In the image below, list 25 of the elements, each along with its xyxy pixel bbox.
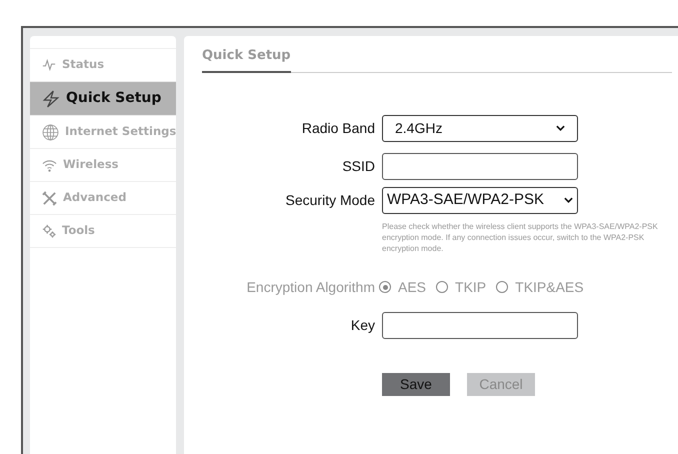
panel-title: Quick Setup bbox=[202, 46, 291, 72]
field-label: Security Mode bbox=[284, 190, 375, 210]
sidebar-item[interactable]: Internet Settings bbox=[30, 116, 176, 149]
pulse-icon bbox=[42, 58, 56, 72]
globe-icon bbox=[42, 124, 59, 140]
radio-band-select[interactable]: 2.4GHz bbox=[382, 114, 578, 142]
field-label: Radio Band bbox=[300, 118, 375, 138]
security-mode-select[interactable]: WPA3-SAE/WPA2-PSK bbox=[382, 186, 578, 214]
save-button[interactable]: Save bbox=[382, 372, 450, 396]
hint-text: Please check whether the wireless client supports the WPA3-SAE/WPA2-PSK encryption mode. If any connection issues occur, switch to the WPA2-PSK encryption mode. bbox=[382, 220, 659, 254]
ssid-field[interactable] bbox=[382, 152, 578, 180]
chevron-icon bbox=[564, 196, 573, 204]
sidebar-item[interactable]: Advanced bbox=[30, 182, 176, 215]
tools-icon bbox=[42, 190, 57, 206]
chevron-icon bbox=[556, 124, 565, 132]
wifi-icon bbox=[42, 158, 57, 172]
sidebar-item[interactable]: Tools bbox=[30, 215, 176, 248]
field-label: Encryption Algorithm bbox=[246, 278, 375, 297]
field-label: Key bbox=[350, 316, 375, 335]
sidebar-item[interactable]: Wireless bbox=[30, 149, 176, 182]
gears-icon bbox=[42, 224, 56, 238]
sidebar-item[interactable]: Quick Setup bbox=[30, 82, 176, 116]
field-label: SSID bbox=[341, 156, 375, 176]
key-field[interactable] bbox=[382, 312, 578, 338]
lightning-icon bbox=[42, 90, 60, 108]
